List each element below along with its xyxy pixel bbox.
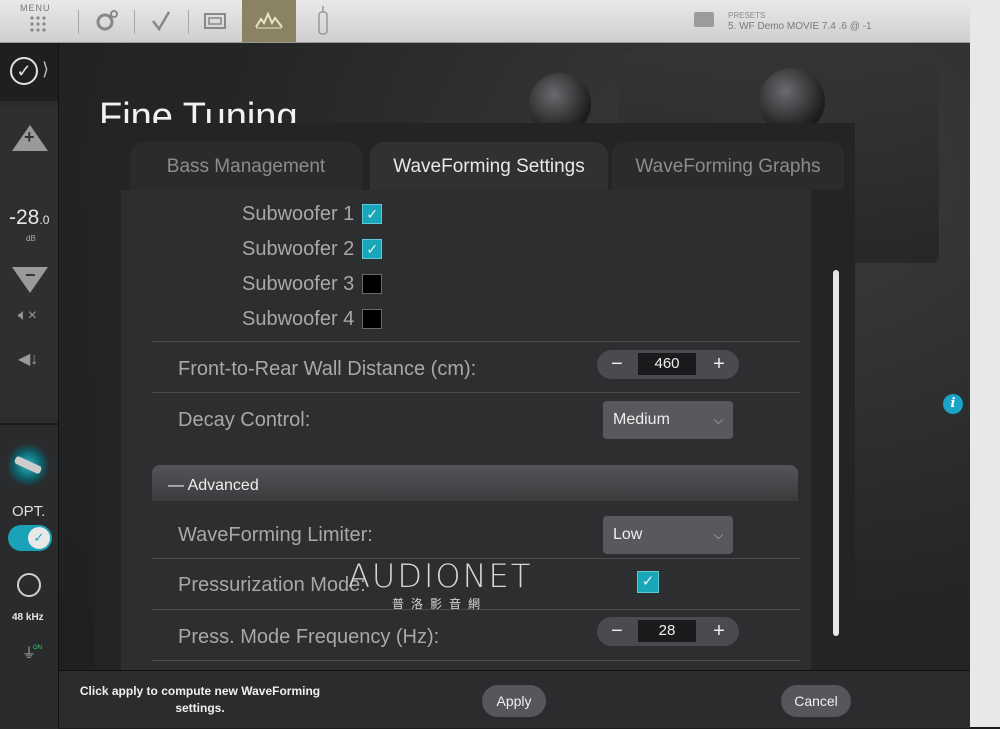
decay-control-label: Decay Control: [178, 409, 311, 431]
optical-plug-body [13, 455, 43, 475]
calibration-tab-button[interactable] [134, 0, 188, 42]
advanced-section-toggle[interactable]: — Advanced [152, 465, 798, 501]
mute-icon[interactable]: 🔈︎× [18, 307, 37, 325]
grid-icon [29, 15, 47, 33]
info-icon[interactable]: i [943, 394, 963, 414]
limiter-select[interactable]: Low ⌵ [603, 516, 733, 554]
toolbar-divider [78, 10, 79, 34]
subwoofer-row: Subwoofer 3 [242, 269, 383, 299]
menu-button[interactable]: MENU [0, 0, 76, 42]
wall-distance-label: Front-to-Rear Wall Distance (cm): [178, 358, 477, 380]
chevron-right-icon: ⟩ [42, 59, 50, 79]
chevron-down-icon: ⌵ [713, 413, 723, 427]
increment-button[interactable]: + [699, 350, 739, 379]
top-toolbar: MENU PRESETS 5. WF Demo MOVIE 7.4 .6 @ -… [0, 0, 970, 43]
display-tab-button[interactable] [188, 0, 242, 42]
presets-label: PRESETS [728, 11, 766, 20]
decrement-button[interactable]: − [597, 350, 637, 379]
on-label: ON [33, 645, 42, 651]
press-frequency-stepper: − 28 + [597, 617, 739, 646]
refresh-icon[interactable] [17, 573, 41, 597]
remote-icon [318, 6, 328, 35]
subwoofer-label: Subwoofer 3 [242, 272, 355, 295]
limiter-label: WaveForming Limiter: [178, 524, 373, 546]
volume-panel: + -28.0 dB − 🔈︎× ◀↓ [0, 107, 58, 417]
subwoofer-row: Subwoofer 2 ✓ [242, 234, 383, 264]
current-preset: 5. WF Demo MOVIE 7.4 .6 @ -1 [728, 21, 872, 32]
subwoofer-label: Subwoofer 2 [242, 237, 355, 260]
left-sidebar: ✓ ⟩ + -28.0 dB − 🔈︎× ◀↓ OPT. ✓ 48 kHz ⏚ … [0, 43, 59, 729]
apply-button[interactable]: Apply [482, 685, 546, 717]
plus-icon: + [24, 127, 35, 147]
sample-rate: 48 kHz [12, 612, 44, 623]
source-panel: OPT. ✓ 48 kHz ⏚ ON [0, 423, 58, 729]
gear-icon [96, 10, 118, 31]
subwoofer-4-checkbox[interactable] [362, 309, 383, 329]
tab-waveforming-graphs[interactable]: WaveForming Graphs [612, 142, 844, 190]
decay-control-value: Medium [613, 411, 670, 428]
row-divider [152, 392, 800, 393]
subwoofer-3-checkbox[interactable] [362, 274, 383, 294]
wall-distance-stepper: − 460 + [597, 350, 739, 379]
volume-value: -28 [9, 206, 40, 229]
audionet-logo-button[interactable]: ✓ ⟩ [0, 43, 58, 101]
row-divider [152, 660, 800, 661]
subwoofer-label: Subwoofer 1 [242, 202, 355, 225]
checkmark-icon [152, 11, 171, 32]
increment-button[interactable]: + [699, 617, 739, 646]
subwoofer-1-checkbox[interactable]: ✓ [362, 204, 383, 224]
cancel-button[interactable]: Cancel [781, 685, 851, 717]
subwoofer-row: Subwoofer 4 [242, 304, 383, 334]
waveform-icon [255, 11, 283, 29]
press-frequency-value[interactable]: 28 [638, 620, 696, 642]
footer-message: Click apply to compute new WaveForming s… [79, 684, 321, 715]
wall-distance-value[interactable]: 460 [638, 353, 696, 375]
volume-unit: dB [26, 234, 36, 243]
subwoofer-2-checkbox[interactable]: ✓ [362, 239, 383, 259]
scrollbar[interactable] [833, 270, 839, 636]
screen-icon [204, 13, 226, 29]
tab-bass-management[interactable]: Bass Management [130, 142, 362, 190]
input-toggle[interactable]: ✓ [8, 525, 52, 551]
right-edge-strip [970, 0, 1000, 727]
decrement-button[interactable]: − [597, 617, 637, 646]
pressurization-checkbox[interactable]: ✓ [637, 571, 659, 593]
pressurization-label: Pressurization Mode: [178, 574, 366, 596]
settings-tab-button[interactable] [80, 0, 134, 42]
footer-bar: Click apply to compute new WaveForming s… [59, 670, 970, 728]
input-label: OPT. [12, 503, 46, 520]
folder-icon [694, 12, 714, 27]
tab-waveforming-settings[interactable]: WaveForming Settings [370, 142, 608, 190]
subwoofer-label: Subwoofer 4 [242, 307, 355, 330]
dim-icon[interactable]: ◀↓ [18, 349, 38, 369]
fine-tuning-tab-button[interactable] [242, 0, 296, 42]
row-divider [152, 341, 800, 342]
press-frequency-label: Press. Mode Frequency (Hz): [178, 626, 440, 648]
minus-icon: − [25, 265, 36, 285]
volume-decimal: .0 [39, 213, 50, 227]
toggle-check-icon: ✓ [28, 527, 50, 549]
presets-selector[interactable]: PRESETS 5. WF Demo MOVIE 7.4 .6 @ -1 [690, 8, 960, 34]
menu-label: MENU [20, 3, 51, 13]
remote-tab-button[interactable] [296, 0, 350, 42]
watermark: AUDIONET 普洛影音網 [348, 557, 532, 612]
volume-readout: -28.0 [9, 206, 49, 230]
logo-check-icon: ✓ [10, 57, 38, 85]
watermark-brand: AUDIONET [348, 557, 533, 595]
chevron-down-icon: ⌵ [713, 528, 723, 542]
optical-cable-icon[interactable] [6, 443, 50, 487]
subwoofer-row: Subwoofer 1 ✓ [242, 199, 383, 229]
decay-control-select[interactable]: Medium ⌵ [603, 401, 733, 439]
watermark-subtext: 普洛影音網 [392, 597, 488, 611]
limiter-value: Low [613, 526, 643, 543]
